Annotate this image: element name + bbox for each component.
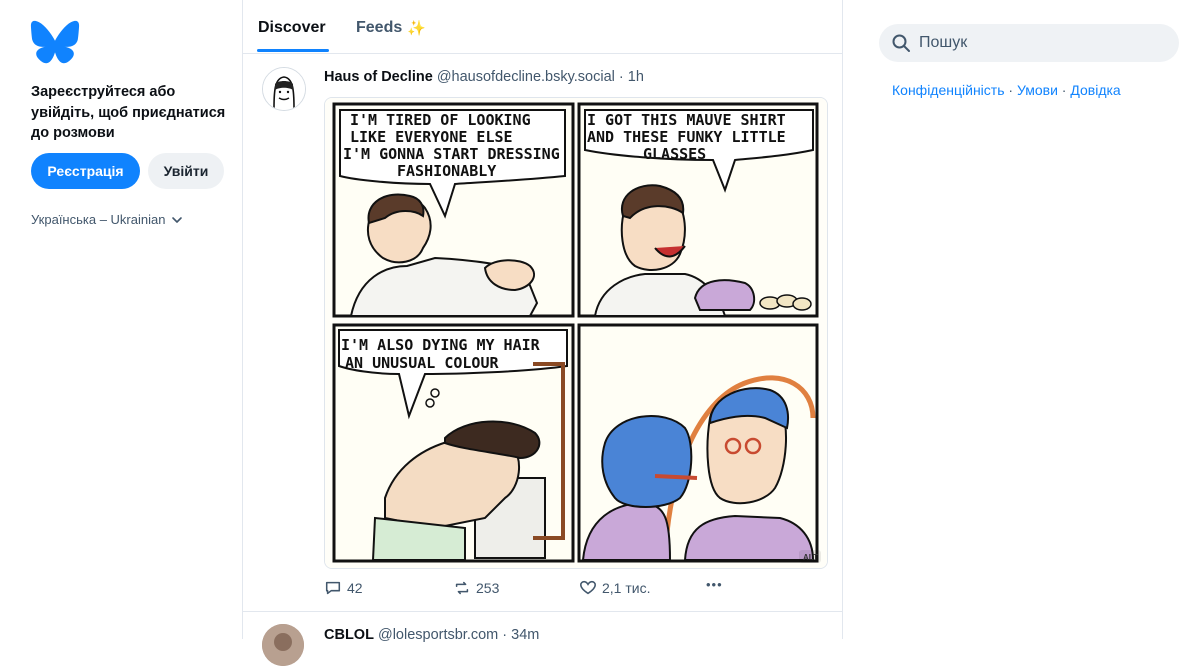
post-time[interactable]: 34m bbox=[511, 627, 539, 643]
tab-feeds[interactable]: Feeds ✨ bbox=[356, 19, 426, 37]
post-header: Haus of Decline @hausofdecline.bsky.soci… bbox=[324, 69, 644, 85]
panel1-line1: I'M TIRED OF LOOKING bbox=[350, 111, 531, 129]
footer-links: Конфіденційність · Умови · Довідка bbox=[892, 82, 1121, 98]
repost-count: 253 bbox=[476, 580, 500, 596]
separator-dot: · bbox=[618, 69, 624, 85]
search-input[interactable] bbox=[917, 33, 1161, 53]
alt-badge: ALT bbox=[803, 553, 818, 562]
signup-button[interactable]: Реєстрація bbox=[31, 153, 140, 189]
author-avatar[interactable] bbox=[262, 624, 304, 666]
comment-icon bbox=[325, 581, 341, 595]
more-options-button[interactable]: ••• bbox=[706, 577, 723, 592]
panel1-line4: FASHIONABLY bbox=[397, 162, 496, 180]
language-label: Українська – Ukrainian bbox=[31, 212, 166, 227]
search-box[interactable] bbox=[879, 24, 1179, 62]
language-selector[interactable]: Українська – Ukrainian bbox=[31, 212, 183, 227]
panel1-line3: I'M GONNA START DRESSING bbox=[343, 145, 560, 163]
tab-discover[interactable]: Discover bbox=[258, 19, 326, 37]
separator-dot: · bbox=[502, 627, 508, 643]
panel2-line2: AND THESE FUNKY LITTLE bbox=[587, 128, 786, 146]
repost-button[interactable]: 253 bbox=[453, 579, 499, 597]
link-separator: · bbox=[1057, 82, 1071, 98]
post-header: CBLOL @lolesportsbr.com · 34m bbox=[324, 627, 539, 643]
feed-tabs: Discover Feeds ✨ bbox=[243, 0, 842, 54]
author-name[interactable]: Haus of Decline bbox=[324, 69, 433, 85]
reply-count: 42 bbox=[347, 580, 363, 596]
reply-button[interactable]: 42 bbox=[324, 579, 363, 597]
author-name[interactable]: CBLOL bbox=[324, 627, 374, 643]
terms-link[interactable]: Умови bbox=[1017, 82, 1058, 98]
panel2-line1: I GOT THIS MAUVE SHIRT bbox=[587, 111, 786, 129]
author-handle[interactable]: @hausofdecline.bsky.social bbox=[437, 69, 615, 85]
search-icon bbox=[892, 34, 910, 52]
post-actions: 42 253 2,1 тис. ••• bbox=[324, 577, 744, 599]
panel2-line3: GLASSES bbox=[643, 145, 706, 163]
post-image[interactable]: I'M TIRED OF LOOKING LIKE EVERYONE ELSE … bbox=[324, 97, 828, 569]
feed-post[interactable]: CBLOL @lolesportsbr.com · 34m bbox=[243, 612, 842, 666]
login-button[interactable]: Увійти bbox=[148, 153, 224, 189]
panel1-line2: LIKE EVERYONE ELSE bbox=[350, 128, 513, 146]
help-link[interactable]: Довідка bbox=[1070, 82, 1120, 98]
chevron-down-icon bbox=[172, 216, 183, 223]
feed-post[interactable]: Haus of Decline @hausofdecline.bsky.soci… bbox=[243, 54, 842, 612]
sparkles-icon: ✨ bbox=[407, 20, 426, 37]
author-handle[interactable]: @lolesportsbr.com bbox=[378, 627, 498, 643]
left-sidebar: Зареєструйтеся або увійдіть, щоб приєдна… bbox=[0, 0, 243, 639]
comic-illustration: I'M TIRED OF LOOKING LIKE EVERYONE ELSE … bbox=[325, 98, 827, 568]
panel3-line1: I'M ALSO DYING MY HAIR bbox=[341, 336, 541, 354]
author-avatar[interactable] bbox=[262, 67, 306, 111]
tab-feeds-label: Feeds bbox=[356, 19, 403, 36]
like-count: 2,1 тис. bbox=[602, 580, 651, 596]
heart-icon bbox=[580, 580, 596, 595]
active-tab-indicator bbox=[257, 49, 329, 52]
post-time[interactable]: 1h bbox=[628, 69, 644, 85]
main-feed: Discover Feeds ✨ Haus of Decline @hausof… bbox=[242, 0, 843, 666]
more-icon: ••• bbox=[706, 577, 723, 592]
panel3-line2: AN UNUSUAL COLOUR bbox=[345, 354, 499, 372]
repost-icon bbox=[455, 581, 469, 595]
link-separator: · bbox=[1004, 82, 1017, 98]
privacy-link[interactable]: Конфіденційність bbox=[892, 82, 1005, 98]
signup-prompt: Зареєструйтеся або увійдіть, щоб приєдна… bbox=[31, 84, 226, 141]
butterfly-icon[interactable] bbox=[30, 20, 80, 64]
like-button[interactable]: 2,1 тис. bbox=[579, 579, 650, 597]
